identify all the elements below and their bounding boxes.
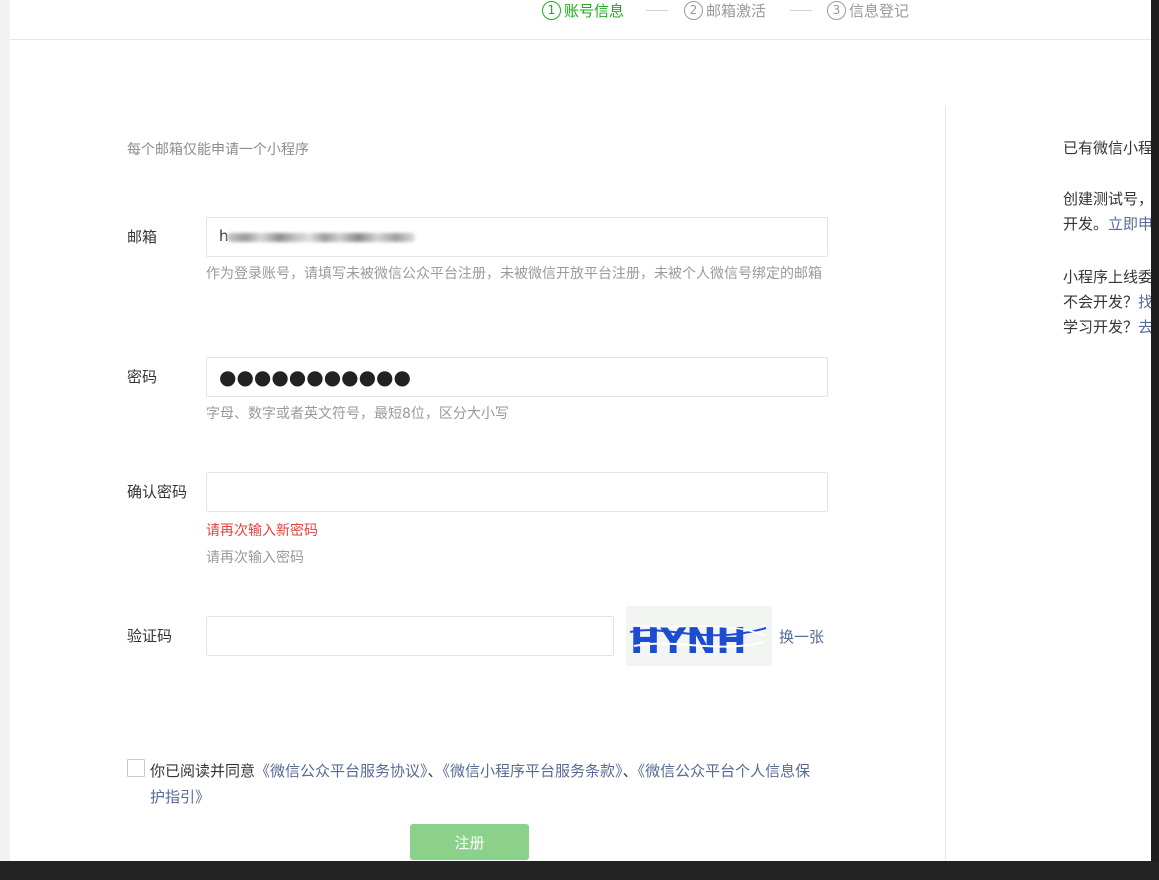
step-label: 信息登记	[849, 1, 910, 20]
window-edge-bottom	[0, 861, 1159, 880]
side-launch-line: 小程序上线委	[1063, 268, 1151, 286]
confirm-password-error: 请再次输入新密码	[206, 523, 318, 539]
window-edge-right	[1151, 0, 1159, 861]
page: 1 账号信息 2 邮箱激活 3 信息登记 每个邮箱仅能申请一个小程序 邮箱 h …	[0, 0, 1151, 861]
agreement-text: 你已阅读并同意《微信公众平台服务协议》、《微信小程序平台服务条款》、《微信公众平…	[150, 758, 825, 810]
step-info-registration: 3 信息登记	[827, 0, 909, 22]
email-input[interactable]: h	[206, 217, 828, 257]
captcha-label: 验证码	[127, 627, 173, 645]
side-text: 学习开发？	[1063, 318, 1139, 336]
side-find-link[interactable]: 找	[1138, 293, 1151, 311]
email-hint: 作为登录账号，请填写未被微信公众平台注册，未被微信开放平台注册，未被个人微信号绑…	[206, 266, 822, 282]
step-label: 邮箱激活	[706, 1, 767, 20]
side-learn-line: 学习开发？去	[1063, 315, 1151, 340]
password-hint: 字母、数字或者英文符号，最短8位，区分大小写	[206, 406, 509, 422]
miniprogram-terms-link[interactable]: 《微信小程序平台服务条款》	[443, 762, 623, 780]
step-number: 2	[684, 0, 703, 20]
confirm-password-label: 确认密码	[127, 483, 188, 501]
side-go-link[interactable]: 去	[1138, 318, 1151, 336]
step-label: 账号信息	[564, 1, 625, 20]
side-dev-help-line: 不会开发？找	[1063, 290, 1151, 315]
captcha-refresh-link[interactable]: 换一张	[779, 626, 824, 647]
service-agreement-link[interactable]: 《微信公众平台服务协议》	[255, 762, 428, 780]
step-separator	[646, 10, 668, 11]
confirm-password-input[interactable]	[206, 472, 828, 512]
agreement-prefix: 你已阅读并同意	[150, 762, 256, 780]
email-label: 邮箱	[127, 228, 158, 246]
password-input[interactable]: ●●●●●●●●●●●	[206, 357, 828, 397]
side-test-account-line2: 开发。立即申	[1063, 212, 1151, 237]
agreement-separator: 、	[622, 762, 638, 780]
side-text: 开发。	[1063, 215, 1109, 233]
step-separator	[790, 10, 812, 11]
step-number: 3	[827, 0, 846, 20]
registration-panel: 1 账号信息 2 邮箱激活 3 信息登记 每个邮箱仅能申请一个小程序 邮箱 h …	[10, 0, 1151, 861]
side-apply-link[interactable]: 立即申	[1108, 215, 1151, 233]
agreement-separator: 、	[427, 762, 443, 780]
side-text: 不会开发？	[1063, 293, 1139, 311]
side-existing-account: 已有微信小程	[1063, 139, 1151, 157]
step-account-info: 1 账号信息	[542, 0, 624, 22]
captcha-input[interactable]	[206, 616, 614, 656]
email-value-blurred	[227, 233, 415, 242]
password-label: 密码	[127, 368, 158, 386]
agreement-checkbox[interactable]	[127, 759, 145, 777]
column-divider	[945, 106, 946, 861]
side-test-account-line: 创建测试号，	[1063, 190, 1151, 208]
confirm-password-hint: 请再次输入密码	[206, 550, 304, 566]
form-tip: 每个邮箱仅能申请一个小程序	[127, 142, 309, 158]
step-number: 1	[542, 0, 561, 20]
captcha-image[interactable]: HYNH	[626, 606, 772, 666]
step-email-activation: 2 邮箱激活	[684, 0, 766, 22]
steps-bar: 1 账号信息 2 邮箱激活 3 信息登记	[10, 0, 1151, 40]
register-button[interactable]: 注册	[410, 824, 529, 860]
password-masked-value: ●●●●●●●●●●●	[219, 365, 411, 389]
